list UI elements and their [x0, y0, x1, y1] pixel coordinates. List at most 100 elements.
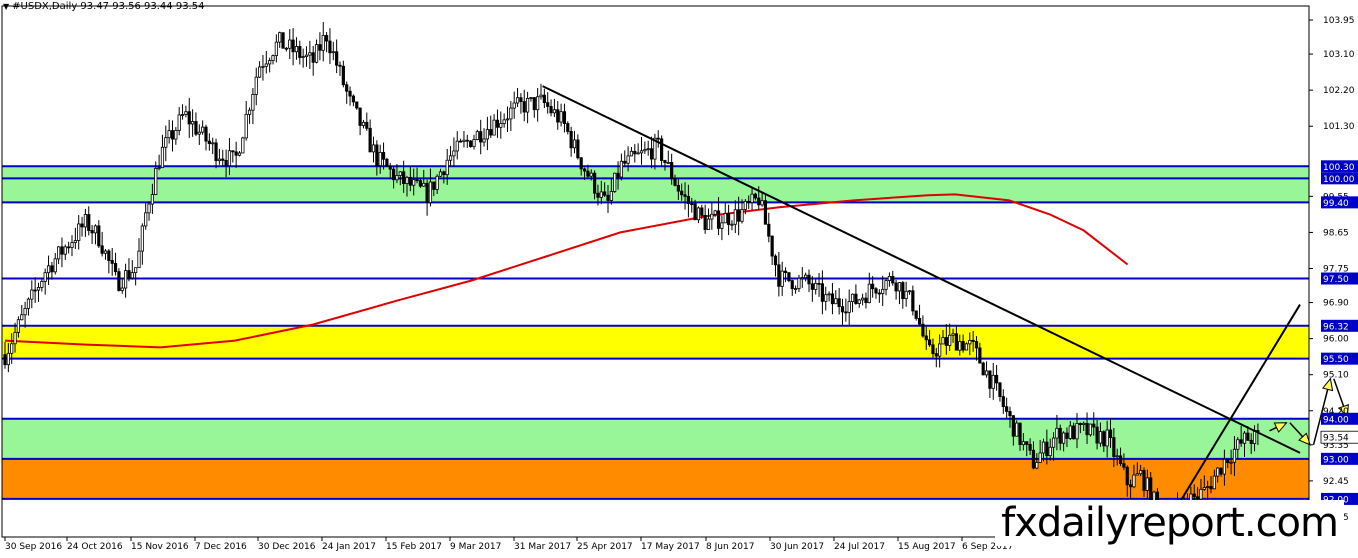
candle[interactable]	[247, 107, 252, 124]
candle[interactable]	[794, 285, 798, 294]
candle[interactable]	[100, 231, 104, 257]
candle[interactable]	[914, 310, 918, 321]
candle[interactable]	[783, 267, 788, 283]
candle[interactable]	[90, 224, 94, 245]
candle[interactable]	[917, 304, 922, 327]
candle[interactable]	[874, 287, 878, 299]
candle[interactable]	[197, 124, 201, 145]
candle[interactable]	[733, 200, 737, 234]
candle[interactable]	[723, 202, 727, 224]
candle[interactable]	[767, 212, 771, 243]
candle[interactable]	[797, 274, 801, 292]
candle[interactable]	[321, 22, 325, 62]
candle[interactable]	[345, 81, 349, 104]
candle[interactable]	[827, 291, 831, 302]
candle[interactable]	[857, 298, 861, 308]
candle[interactable]	[214, 138, 218, 169]
candle[interactable]	[850, 293, 855, 313]
candle[interactable]	[57, 246, 61, 264]
candle[interactable]	[509, 101, 513, 132]
candle[interactable]	[63, 244, 67, 260]
candle[interactable]	[613, 172, 617, 193]
candle[interactable]	[425, 179, 429, 216]
candle[interactable]	[549, 99, 553, 117]
candle[interactable]	[921, 315, 925, 338]
candle[interactable]	[217, 148, 221, 165]
candle[interactable]	[324, 32, 329, 53]
candle[interactable]	[241, 136, 245, 154]
candle[interactable]	[211, 137, 215, 155]
candle[interactable]	[817, 273, 821, 297]
candle[interactable]	[1005, 397, 1009, 419]
candle[interactable]	[167, 119, 171, 144]
candle[interactable]	[385, 157, 389, 167]
candle[interactable]	[539, 83, 543, 100]
candle[interactable]	[981, 361, 985, 376]
candle[interactable]	[33, 277, 37, 303]
candle[interactable]	[144, 203, 148, 230]
candle[interactable]	[117, 268, 121, 292]
candle[interactable]	[284, 46, 289, 52]
candle[interactable]	[134, 267, 138, 286]
candle[interactable]	[50, 261, 54, 280]
price-chart[interactable]: 103.95103.10102.20101.3099.5598.6597.759…	[0, 0, 1358, 554]
candle[interactable]	[469, 140, 473, 148]
dropdown-triangle-icon[interactable]: ▼	[3, 2, 9, 11]
candle[interactable]	[274, 34, 278, 63]
candle[interactable]	[184, 105, 188, 118]
candle[interactable]	[73, 227, 77, 249]
candle[interactable]	[465, 134, 469, 148]
candle[interactable]	[371, 136, 376, 163]
candle[interactable]	[844, 298, 848, 322]
candle[interactable]	[190, 109, 195, 137]
candle[interactable]	[338, 61, 342, 76]
candle[interactable]	[904, 281, 908, 307]
candle[interactable]	[1001, 389, 1005, 414]
candle[interactable]	[643, 141, 647, 154]
candle[interactable]	[348, 86, 352, 106]
candle[interactable]	[328, 28, 332, 64]
candle[interactable]	[53, 252, 57, 275]
candle[interactable]	[288, 29, 292, 59]
candle[interactable]	[130, 260, 134, 280]
candle[interactable]	[619, 153, 624, 181]
candle[interactable]	[576, 134, 580, 160]
candle[interactable]	[515, 88, 520, 107]
candle[interactable]	[984, 361, 989, 378]
candle[interactable]	[572, 130, 577, 154]
candle[interactable]	[881, 275, 885, 306]
candle[interactable]	[268, 57, 272, 73]
candle[interactable]	[147, 201, 151, 221]
candle[interactable]	[43, 268, 47, 295]
candle[interactable]	[291, 28, 295, 66]
candle[interactable]	[110, 248, 114, 276]
candle[interactable]	[361, 119, 366, 129]
candle[interactable]	[489, 115, 493, 138]
candle[interactable]	[820, 270, 825, 315]
candle[interactable]	[492, 114, 496, 136]
candle[interactable]	[177, 107, 181, 136]
chart-window[interactable]: 103.95103.10102.20101.3099.5598.6597.759…	[0, 0, 1358, 554]
candle[interactable]	[358, 107, 362, 136]
candle[interactable]	[221, 149, 225, 167]
candle[interactable]	[505, 106, 510, 133]
candle[interactable]	[87, 206, 91, 236]
candle[interactable]	[452, 137, 456, 167]
candle[interactable]	[23, 301, 27, 328]
candle[interactable]	[475, 129, 479, 141]
candle[interactable]	[703, 204, 707, 234]
candle[interactable]	[777, 252, 781, 297]
candle[interactable]	[519, 93, 523, 114]
candle[interactable]	[482, 128, 486, 147]
candle[interactable]	[861, 293, 865, 306]
candle[interactable]	[559, 103, 563, 127]
candle[interactable]	[730, 220, 734, 231]
candle[interactable]	[201, 120, 205, 135]
candle[interactable]	[536, 87, 540, 122]
candle[interactable]	[834, 290, 838, 305]
candle[interactable]	[485, 116, 490, 151]
candle[interactable]	[472, 134, 476, 150]
candle[interactable]	[562, 103, 567, 133]
candle[interactable]	[479, 119, 483, 155]
candle[interactable]	[160, 134, 165, 169]
